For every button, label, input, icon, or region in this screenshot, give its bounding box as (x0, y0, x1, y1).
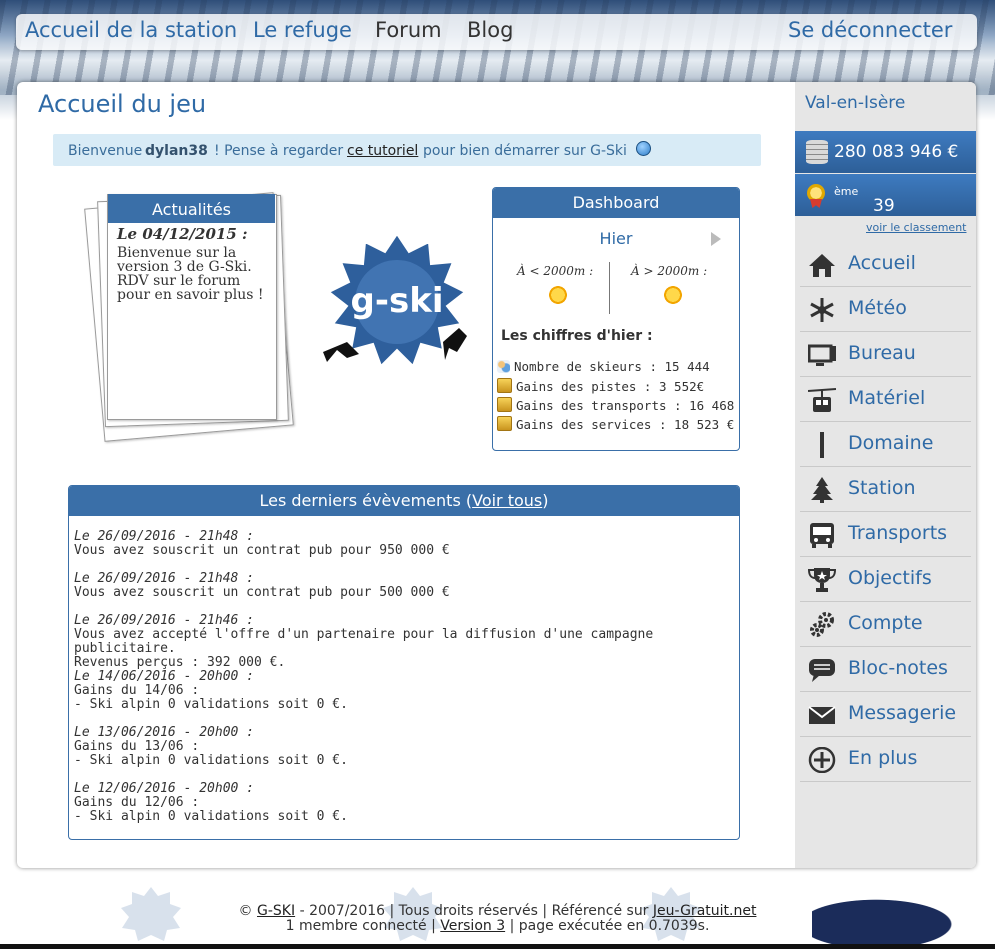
event-date: Le 14/06/2016 - 20h00 : (74, 669, 255, 684)
menu-item-accueil[interactable]: Accueil (800, 242, 971, 287)
menu-item-materiel[interactable]: Matériel (800, 377, 971, 422)
coin-stack-icon (806, 140, 828, 164)
menu-item-compte[interactable]: Compte (800, 602, 971, 647)
stat-pistes: Gains des pistes : 3 552€ (497, 378, 704, 394)
coins-icon (497, 416, 512, 431)
events-title: Les derniers évèvements (Voir tous) (69, 486, 739, 516)
menu-item-station[interactable]: Station (800, 467, 971, 512)
event-date: Le 26/09/2016 - 21h48 : (74, 529, 255, 544)
medal-icon (807, 184, 825, 202)
envelope-icon (808, 706, 836, 724)
menu-item-en-plus[interactable]: En plus (800, 737, 971, 782)
menu-item-messagerie[interactable]: Messagerie (800, 692, 971, 737)
gondola-icon (808, 388, 836, 412)
event-item: Le 26/09/2016 - 21h46 : Vous avez accept… (74, 614, 729, 670)
dashboard-card: Dashboard Hier À < 2000m : À > 2000m : L… (492, 187, 740, 451)
sidebar: Val-en-Isère 280 083 946 € 39 ème voir le… (795, 82, 976, 868)
altitude-divider (609, 262, 610, 314)
footer-jeu-gratuit-link[interactable]: Jeu-Gratuit.net (653, 903, 757, 919)
footer-gski-link[interactable]: G-SKI (257, 903, 295, 919)
news-title: Actualités (108, 194, 275, 223)
coins-icon (497, 397, 512, 412)
bus-icon (810, 523, 834, 548)
welcome-suffix: pour bien démarrer sur G-Ski (423, 143, 627, 159)
event-date: Le 26/09/2016 - 21h48 : (74, 571, 255, 586)
smiley-icon (636, 141, 651, 156)
welcome-banner: Bienvenue dylan38 ! Pense à regarder ce … (53, 134, 761, 166)
stat-services: Gains des services : 18 523 € (497, 416, 734, 432)
event-date: Le 12/06/2016 - 20h00 : (74, 781, 255, 796)
menu-item-objectifs[interactable]: Objectifs (800, 557, 971, 602)
menu-item-domaine[interactable]: Domaine (800, 422, 971, 467)
footer: © G-SKI - 2007/2016 | Tous droits réserv… (0, 904, 995, 934)
see-all-events-link[interactable]: Voir tous (472, 491, 542, 510)
plus-circle-icon (808, 747, 836, 773)
stats-title: Les chiffres d'hier : (501, 328, 653, 344)
money-balance: 280 083 946 € (795, 131, 976, 173)
welcome-username: dylan38 (145, 143, 208, 159)
altitude-high-label: À > 2000m : (631, 264, 708, 278)
event-date: Le 26/09/2016 - 21h46 : (74, 613, 255, 628)
stat-skiers: Nombre de skieurs : 15 444 (497, 359, 710, 374)
events-card: Les derniers évèvements (Voir tous) Le 2… (68, 485, 740, 840)
altitude-low-label: À < 2000m : (517, 264, 594, 278)
top-navigation: Accueil de la station Le refuge Forum Bl… (16, 14, 977, 50)
dashboard-title: Dashboard (493, 188, 739, 218)
rank-suffix: ème (834, 185, 859, 198)
trophy-icon (808, 568, 836, 592)
monitor-icon (808, 344, 836, 366)
event-item: Le 12/06/2016 - 20h00 : Gains du 12/06 :… (74, 782, 729, 824)
menu-item-bloc-notes[interactable]: Bloc-notes (800, 647, 971, 692)
news-date: Le 04/12/2015 : (117, 225, 248, 243)
nav-refuge[interactable]: Le refuge (253, 18, 352, 42)
snowflake-icon (810, 298, 834, 322)
skiers-icon (497, 360, 510, 373)
footer-line-1: © G-SKI - 2007/2016 | Tous droits réserv… (238, 903, 757, 919)
coins-icon (497, 378, 512, 393)
gears-icon (810, 612, 834, 637)
nav-forum[interactable]: Forum (375, 18, 442, 42)
g-ski-logo: g-ski (323, 232, 467, 368)
rank-number: 39 (873, 196, 895, 216)
station-name: Val-en-Isère (805, 93, 906, 113)
footer-line-2: 1 membre connecté | Version 3 | page exé… (285, 918, 710, 934)
speech-bubble-icon (809, 659, 835, 682)
logo-text: g-ski (351, 281, 444, 321)
welcome-prefix: Bienvenue (68, 143, 143, 159)
welcome-middle: ! Pense à regarder (214, 143, 344, 159)
ranking: 39 ème (795, 174, 976, 216)
tutorial-link[interactable]: ce tutoriel (347, 143, 418, 159)
sun-icon (546, 283, 570, 307)
event-item: Le 26/09/2016 - 21h48 : Vous avez souscr… (74, 572, 729, 600)
menu-item-transports[interactable]: Transports (800, 512, 971, 557)
nav-blog[interactable]: Blog (467, 18, 513, 42)
nav-logout[interactable]: Se déconnecter (788, 18, 952, 42)
event-date: Le 13/06/2016 - 20h00 : (74, 725, 255, 740)
footer-version-link[interactable]: Version 3 (440, 918, 505, 934)
news-text: Bienvenue sur la version 3 de G-Ski. RDV… (117, 245, 264, 303)
event-item: Le 26/09/2016 - 21h48 : Vous avez souscr… (74, 530, 729, 558)
menu-item-bureau[interactable]: Bureau (800, 332, 971, 377)
tree-icon (811, 477, 833, 503)
nav-accueil-station[interactable]: Accueil de la station (25, 18, 237, 42)
piste-pole-icon (820, 432, 824, 458)
event-item: Le 14/06/2016 - 20h00 : Gains du 14/06 :… (74, 670, 729, 712)
main-panel: Accueil du jeu Bienvenue dylan38 ! Pense… (17, 82, 976, 868)
dashboard-day: Hier (599, 229, 633, 248)
event-item: Le 13/06/2016 - 20h00 : Gains du 13/06 :… (74, 726, 729, 768)
page-title: Accueil du jeu (38, 90, 207, 118)
sun-icon (661, 283, 685, 307)
menu-item-meteo[interactable]: Météo (800, 287, 971, 332)
bottom-bar (0, 944, 995, 949)
view-ranking-link[interactable]: voir le classement (866, 221, 966, 234)
next-day-icon[interactable] (711, 232, 721, 246)
home-icon (809, 254, 835, 277)
